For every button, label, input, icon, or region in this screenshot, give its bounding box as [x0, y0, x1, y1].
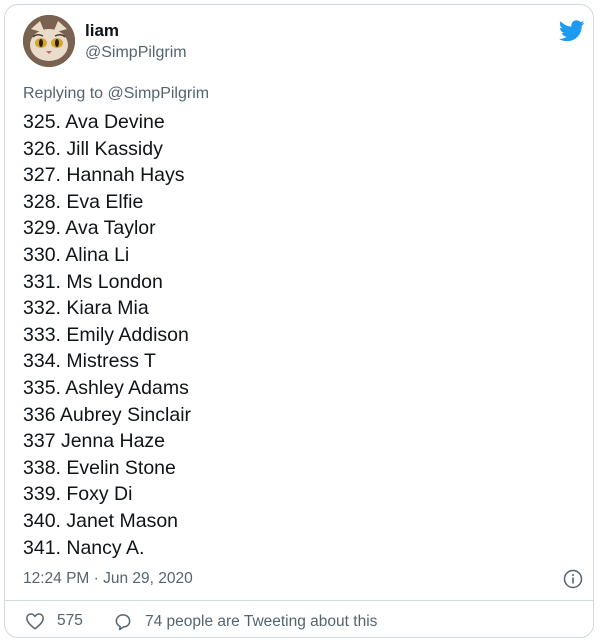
- twitter-bird-icon[interactable]: [559, 20, 585, 42]
- tweet-line: 336 Aubrey Sinclair: [23, 403, 192, 426]
- replying-target-link[interactable]: @SimpPilgrim: [108, 85, 210, 102]
- footer-divider: [5, 600, 593, 601]
- replying-prefix: Replying to: [23, 85, 108, 102]
- tweet-line: 331. Ms London: [23, 270, 163, 293]
- tweeting-about-link[interactable]: 74 people are Tweeting about this: [113, 612, 377, 632]
- like-count: 575: [57, 612, 83, 629]
- tweet-line: 338. Evelin Stone: [23, 456, 176, 479]
- tweet-card: liam @SimpPilgrim Replying to @SimpPilgr…: [4, 4, 594, 638]
- tweet-line: 339. Foxy Di: [23, 483, 133, 506]
- replying-to: Replying to @SimpPilgrim: [23, 85, 209, 103]
- user-handle[interactable]: @SimpPilgrim: [85, 44, 187, 62]
- info-icon[interactable]: [563, 569, 583, 589]
- tweet-line: 332. Kiara Mia: [23, 297, 149, 320]
- tweet-line: 335. Ashley Adams: [23, 376, 189, 399]
- tweet-line: 326. Jill Kassidy: [23, 137, 163, 160]
- tweet-line: 329. Ava Taylor: [23, 217, 156, 240]
- tweet-line: 337 Jenna Haze: [23, 430, 166, 453]
- heart-icon: [26, 613, 44, 630]
- tweeting-about-text: 74 people are Tweeting about this: [145, 613, 378, 630]
- tweet-line: 330. Alina Li: [23, 243, 130, 266]
- tweet-line: 333. Emily Addison: [23, 323, 189, 346]
- display-name[interactable]: liam: [85, 21, 119, 41]
- speech-bubble-icon: [115, 614, 131, 631]
- tweet-line: 334. Mistress T: [23, 350, 156, 373]
- tweet-line: 328. Eva Elfie: [23, 190, 144, 213]
- cat-face-avatar-icon: [23, 15, 75, 67]
- tweet-line: 341. Nancy A.: [23, 536, 145, 559]
- tweet-line: 327. Hannah Hays: [23, 164, 185, 187]
- like-button[interactable]: 575: [25, 612, 83, 630]
- tweet-line: 325. Ava Devine: [23, 111, 165, 133]
- tweet-text: 325. Ava Devine 326. Jill Kassidy 327. H…: [23, 109, 191, 561]
- tweet-line: 340. Janet Mason: [23, 509, 179, 532]
- avatar[interactable]: [23, 15, 75, 67]
- tweet-timestamp[interactable]: 12:24 PM · Jun 29, 2020: [23, 570, 193, 588]
